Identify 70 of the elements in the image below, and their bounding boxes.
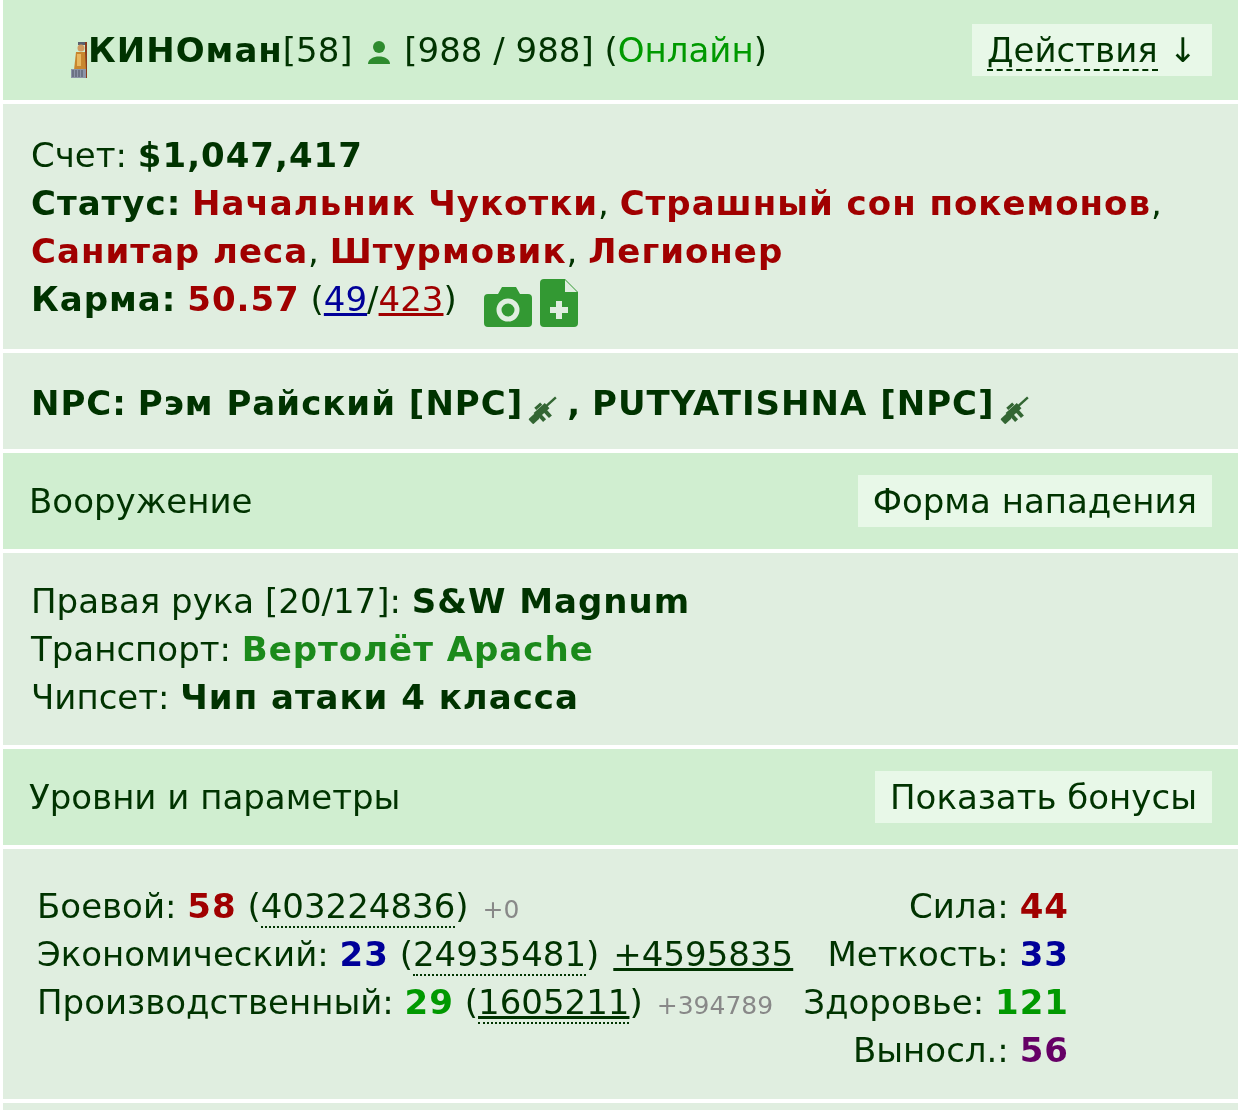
experience-value[interactable]: 403224836 — [260, 887, 456, 929]
equipment-slot-label: Правая рука [20/17]: — [31, 581, 401, 621]
attribute-value: 33 — [1019, 934, 1069, 974]
camera-icon[interactable] — [483, 287, 532, 327]
level-label: Экономический: — [37, 934, 329, 974]
attack-form-button[interactable]: Форма нападения — [857, 475, 1212, 527]
balance-label: Счет: — [31, 135, 127, 175]
level-value: 29 — [404, 982, 454, 1022]
karma-value: 50.57 — [187, 279, 300, 319]
parenthesis: ) — [629, 982, 643, 1022]
parenthesis: ) — [455, 886, 469, 926]
parenthesis: ) — [586, 934, 600, 974]
parenthesis: ( — [399, 934, 413, 974]
status-title: Штурмовик — [329, 231, 567, 271]
level-value: 23 — [339, 934, 389, 974]
balance-value: $1,047,417 — [137, 135, 363, 175]
comma-separator: , — [567, 383, 582, 423]
health-value: [988 / 988] — [404, 30, 594, 70]
attribute-value: 121 — [995, 982, 1069, 1022]
slash: / — [367, 279, 379, 319]
character-name[interactable]: КИНОман — [88, 30, 283, 70]
section-title: Уровни и параметры — [29, 777, 401, 817]
npc-name[interactable]: PUTYATISHNA [NPC] — [592, 383, 995, 423]
parenthesis: ) — [443, 279, 457, 319]
parenthesis: ( — [310, 279, 324, 319]
karma-label: Карма: — [31, 279, 177, 319]
show-bonuses-button[interactable]: Показать бонусы — [875, 771, 1212, 823]
status-title: Санитар леса — [31, 231, 309, 271]
bonus-value: +0 — [482, 895, 520, 924]
equipment-slot-label: Чипсет: — [31, 677, 170, 717]
equipment-slot-label: Транспорт: — [31, 629, 231, 669]
level-label: Производственный: — [37, 982, 394, 1022]
online-status: Онлайн — [617, 30, 754, 70]
parenthesis: ( — [604, 30, 618, 70]
comma-separator: , — [566, 231, 578, 271]
comma-separator: , — [308, 231, 319, 271]
attribute-label: Здоровье: — [803, 982, 985, 1022]
attribute-label: Сила: — [908, 886, 1009, 926]
status-label: Статус: — [31, 183, 182, 223]
person-icon — [367, 40, 392, 64]
attribute-value: 44 — [1019, 886, 1069, 926]
status-title: Страшный сон покемонов — [619, 183, 1151, 223]
bonus-value: +394789 — [656, 991, 774, 1020]
equipment-item-name: Вертолёт Apache — [241, 629, 594, 669]
npc-name[interactable]: Рэм Райский [NPC] — [137, 383, 524, 423]
parenthesis: ( — [464, 982, 478, 1022]
equipment-item-name: Чип атаки 4 класса — [180, 677, 579, 717]
character-level: [58] — [282, 30, 353, 70]
status-title: Легионер — [588, 231, 784, 271]
status-title: Начальник Чукотки — [192, 183, 599, 223]
level-value: 58 — [187, 886, 237, 926]
attribute-value: 56 — [1019, 1030, 1069, 1070]
positive-votes-link[interactable]: 49 — [323, 279, 368, 319]
actions-button[interactable]: Действия ↓ — [972, 24, 1212, 76]
negative-votes-link[interactable]: 423 — [378, 279, 444, 319]
file-plus-icon[interactable] — [539, 279, 578, 327]
section-title: Вооружение — [29, 481, 253, 521]
attribute-label: Выносл.: — [852, 1030, 1009, 1070]
comma-separator: , — [598, 183, 609, 223]
attribute-label: Меткость: — [827, 934, 1009, 974]
bonus-link[interactable]: +4595835 — [613, 934, 794, 974]
experience-value[interactable]: 1605211 — [478, 983, 630, 1025]
character-figure-icon — [70, 42, 88, 78]
parenthesis: ) — [753, 30, 767, 70]
equipment-item-name: S&W Magnum — [411, 581, 691, 621]
npc-label: NPC: — [31, 383, 127, 423]
experience-value[interactable]: 24935481 — [412, 935, 587, 977]
parenthesis: ( — [247, 886, 261, 926]
comma-separator: , — [1150, 183, 1162, 223]
level-label: Боевой: — [37, 886, 177, 926]
